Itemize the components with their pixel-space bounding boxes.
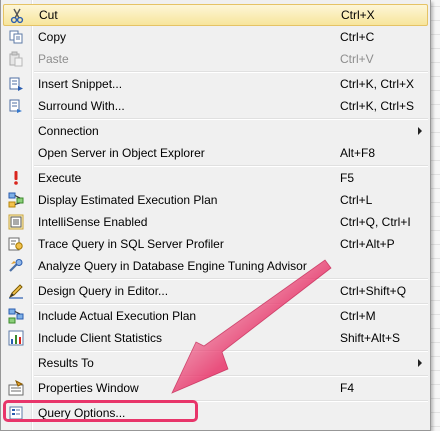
menu-item-shortcut: Ctrl+V	[340, 52, 374, 66]
submenu-arrow-icon	[418, 127, 422, 135]
menu-item-paste[interactable]: Paste Ctrl+V	[3, 48, 428, 70]
scissors-icon	[10, 8, 24, 24]
profiler-icon	[8, 237, 23, 251]
menu-item-label: Surround With...	[38, 99, 125, 113]
design-query-icon	[8, 284, 23, 299]
menu-item-connection[interactable]: Connection	[3, 120, 428, 142]
menu-item-analyze-query[interactable]: Analyze Query in Database Engine Tuning …	[3, 255, 428, 277]
menu-item-shortcut: Ctrl+Shift+Q	[340, 284, 407, 298]
menu-item-surround-with[interactable]: Surround With... Ctrl+K, Ctrl+S	[3, 95, 428, 117]
intellisense-icon	[8, 214, 24, 230]
insert-snippet-icon	[9, 77, 23, 91]
copy-icon	[9, 30, 23, 44]
menu-item-label: Insert Snippet...	[38, 77, 123, 91]
menu-item-execute[interactable]: Execute F5	[3, 167, 428, 189]
menu-item-label: Trace Query in SQL Server Profiler	[38, 237, 224, 251]
menu-item-label: Analyze Query in Database Engine Tuning …	[38, 259, 307, 273]
menu-item-label: Design Query in Editor...	[38, 284, 169, 298]
menu-item-label: Paste	[38, 52, 69, 66]
menu-item-shortcut: Ctrl+K, Ctrl+X	[340, 77, 415, 91]
menu-item-shortcut: Ctrl+M	[340, 309, 376, 323]
menu-item-trace-query[interactable]: Trace Query in SQL Server Profiler Ctrl+…	[3, 233, 428, 255]
menu-item-shortcut: Ctrl+L	[340, 193, 373, 207]
menu-item-label: Include Client Statistics	[38, 331, 163, 345]
menu-item-include-actual-plan[interactable]: Include Actual Execution Plan Ctrl+M	[3, 305, 428, 327]
menu-item-shortcut: Ctrl+K, Ctrl+S	[340, 99, 415, 113]
menu-item-label: Display Estimated Execution Plan	[38, 193, 218, 207]
surround-with-icon	[9, 99, 22, 113]
menu-item-label: Results To	[38, 356, 94, 370]
menu-item-shortcut: F4	[340, 381, 355, 395]
menu-item-shortcut: F5	[340, 171, 355, 185]
menu-item-label: Cut	[39, 8, 58, 22]
menu-item-label: Execute	[38, 171, 82, 185]
menu-item-open-server[interactable]: Open Server in Object Explorer Alt+F8	[3, 142, 428, 164]
menu-item-shortcut: Ctrl+Alt+P	[340, 237, 395, 251]
tuning-advisor-icon	[9, 259, 23, 272]
menu-item-shortcut: Ctrl+Q, Ctrl+I	[340, 215, 411, 229]
menu-item-label: Properties Window	[38, 381, 139, 395]
menu-item-copy[interactable]: Copy Ctrl+C	[3, 26, 428, 48]
actual-plan-icon	[8, 308, 24, 324]
client-statistics-icon	[8, 330, 24, 346]
menu-item-shortcut: Ctrl+X	[341, 8, 375, 22]
execution-plan-icon	[8, 192, 24, 208]
submenu-arrow-icon	[418, 359, 422, 367]
properties-icon	[8, 380, 24, 396]
menu-item-label: Copy	[38, 30, 67, 44]
execute-icon	[14, 171, 18, 185]
menu-item-design-query[interactable]: Design Query in Editor... Ctrl+Shift+Q	[3, 280, 428, 302]
menu-item-results-to[interactable]: Results To	[3, 352, 428, 374]
menu-item-properties-window[interactable]: Properties Window F4	[3, 377, 428, 399]
menu-item-label: IntelliSense Enabled	[38, 215, 148, 229]
menu-item-label: Connection	[38, 124, 99, 138]
paste-icon	[9, 51, 23, 67]
menu-item-label: Open Server in Object Explorer	[38, 146, 205, 160]
menu-item-intellisense[interactable]: IntelliSense Enabled Ctrl+Q, Ctrl+I	[3, 211, 428, 233]
context-menu: Cut Ctrl+X Copy Ctrl+C Paste Ctrl+V Inse…	[0, 0, 431, 431]
menu-item-shortcut: Alt+F8	[340, 146, 376, 160]
menu-item-display-estimated-plan[interactable]: Display Estimated Execution Plan Ctrl+L	[3, 189, 428, 211]
menu-item-label: Include Actual Execution Plan	[38, 309, 197, 323]
query-options-callout	[3, 400, 198, 422]
menu-item-insert-snippet[interactable]: Insert Snippet... Ctrl+K, Ctrl+X	[3, 73, 428, 95]
menu-item-include-client-statistics[interactable]: Include Client Statistics Shift+Alt+S	[3, 327, 428, 349]
menu-item-shortcut: Shift+Alt+S	[340, 331, 401, 345]
menu-item-shortcut: Ctrl+C	[340, 30, 375, 44]
menu-item-cut[interactable]: Cut Ctrl+X	[3, 4, 428, 26]
